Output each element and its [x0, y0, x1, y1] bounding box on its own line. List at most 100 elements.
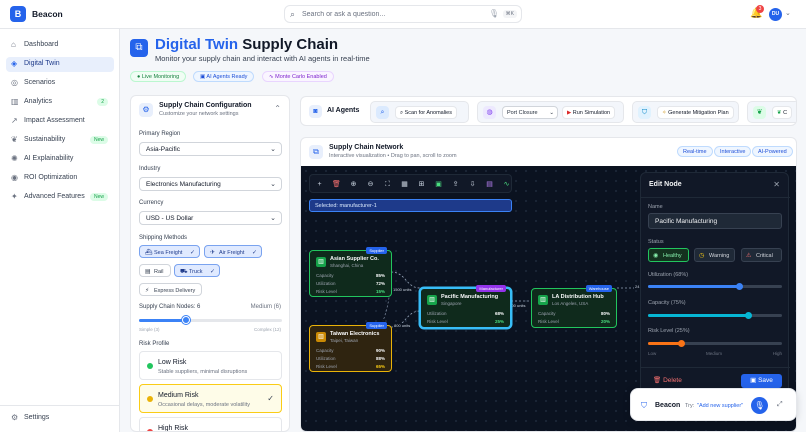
- tag-ai-powered: AI-Powered: [752, 146, 793, 157]
- status-critical-button[interactable]: ⚠ Critical: [741, 248, 782, 262]
- nodes-slider[interactable]: [139, 316, 282, 324]
- risk-option-high[interactable]: High Risk: [139, 417, 282, 431]
- industry-label: Industry: [139, 166, 161, 172]
- primary-region-select[interactable]: Asia-Pacific ⌄: [139, 142, 282, 156]
- plane-icon: ✈: [210, 250, 216, 256]
- scan-anomalies-button[interactable]: ⌕ Scan for Anomalies: [395, 106, 457, 119]
- edit-node-panel: Edit Node ✕ Name Status ◉Healthy ◷Warnin…: [640, 172, 790, 394]
- express-delivery-chip[interactable]: ⚡ Express Delivery: [139, 283, 202, 296]
- simulation-agent-group: ◍ Port Closure ⌄ ▶ Run Simulation: [477, 101, 624, 123]
- nodes-min-label: Simple (3): [139, 327, 160, 332]
- status-warning-button[interactable]: ◷ Warning: [694, 248, 735, 262]
- tag-real-time: Real-time: [677, 146, 713, 157]
- search-input[interactable]: [302, 9, 482, 20]
- slider-thumb[interactable]: [745, 311, 752, 319]
- risk-profile-label: Risk Profile: [139, 341, 170, 347]
- mic-icon[interactable]: 🎙: [751, 397, 768, 414]
- capacity-slider[interactable]: [648, 311, 782, 319]
- sidebar-item-scenarios[interactable]: ◎ Scenarios: [6, 76, 114, 91]
- extra-agent-button[interactable]: ❦ C: [772, 106, 793, 119]
- scenario-select[interactable]: Port Closure ⌄: [502, 106, 558, 119]
- node-pacific-manufacturing[interactable]: ▥ Pacific Manufacturing Singapore Manufa…: [420, 285, 511, 328]
- ai-agents-ready-pill: ▣ AI Agents Ready: [193, 71, 255, 82]
- live-monitoring-pill: ● Live Monitoring: [130, 71, 187, 82]
- rail-chip[interactable]: ▤ Rail: [139, 264, 171, 277]
- status-healthy-button[interactable]: ◉ Healthy: [648, 248, 689, 262]
- utilization-slider[interactable]: [648, 282, 782, 290]
- node-type-tag: Supplier: [366, 322, 387, 329]
- home-icon: ⌂: [11, 40, 16, 49]
- notifications-bell-icon[interactable]: 🔔 3: [750, 5, 764, 19]
- ai-agents-title: AI Agents: [327, 107, 360, 114]
- generate-mitigation-plan-button[interactable]: ✧ Generate Mitigation Plan: [657, 106, 734, 119]
- brand-name: Beacon: [32, 9, 63, 19]
- slider-thumb[interactable]: [182, 316, 191, 324]
- truck-icon: ⛟: [180, 269, 188, 275]
- cube-icon: ◈: [11, 59, 18, 68]
- node-name-input[interactable]: [648, 213, 782, 229]
- sidebar-item-advanced-features[interactable]: ✦ Advanced Features New: [6, 190, 114, 205]
- warehouse-icon: ▥: [538, 295, 548, 305]
- name-label: Name: [648, 204, 663, 210]
- search-icon: ⌕: [290, 9, 296, 19]
- slider-fill: [648, 285, 740, 288]
- truck-chip[interactable]: ⛟ Truck ✓: [174, 264, 220, 277]
- clock-icon: ◷: [699, 253, 705, 259]
- chevron-down-icon: ⌄: [549, 110, 554, 116]
- user-avatar[interactable]: DU: [769, 8, 782, 21]
- page-title: Digital Twin Supply Chain: [155, 36, 339, 53]
- currency-select[interactable]: USD - US Dollar ⌄: [139, 211, 282, 225]
- sidebar-item-settings[interactable]: ⚙ Settings: [6, 411, 114, 426]
- check-circle-icon: ◉: [653, 253, 659, 259]
- node-la-distribution-hub[interactable]: ▥ LA Distribution Hub Los Angeles, USA W…: [531, 285, 617, 328]
- extra-agent-group: ❦ ❦ C: [747, 101, 796, 123]
- run-simulation-button[interactable]: ▶ Run Simulation: [562, 106, 616, 119]
- sidebar-item-ai-explainability[interactable]: ✺ AI Explainability: [6, 152, 114, 167]
- check-icon: ✓: [251, 250, 257, 256]
- node-asian-supplier[interactable]: ▥ Asian Supplier Co. Shanghai, China Sup…: [309, 247, 392, 297]
- sidebar-item-label: ROI Optimization: [24, 174, 78, 181]
- new-badge: New: [89, 193, 108, 201]
- edge-label: 1500 units: [392, 287, 413, 292]
- risk-option-low[interactable]: Low Risk Stable suppliers, minimal disru…: [139, 351, 282, 380]
- check-icon: ✓: [267, 394, 274, 403]
- status-label: Status: [648, 239, 664, 245]
- chevron-up-icon[interactable]: ⌃: [274, 104, 281, 113]
- sidebar-item-digital-twin[interactable]: ◈ Digital Twin: [6, 57, 114, 72]
- sidebar-item-roi-optimization[interactable]: ◉ ROI Optimization: [6, 171, 114, 186]
- ship-icon: ⛴: [145, 250, 153, 256]
- chevron-down-icon: ⌄: [270, 181, 276, 188]
- chevron-down-icon[interactable]: ⌄: [785, 9, 791, 17]
- factory-icon: ▥: [316, 332, 326, 342]
- sea-freight-chip[interactable]: ⛴ Sea Freight ✓: [139, 245, 200, 258]
- close-icon[interactable]: ✕: [773, 180, 780, 189]
- risk-option-medium[interactable]: Medium Risk Occasional delays, moderate …: [139, 384, 282, 413]
- config-subtitle: Customize your network settings: [159, 111, 239, 117]
- beacon-logo-icon[interactable]: B: [10, 6, 26, 22]
- bot-icon: ◙: [309, 105, 322, 118]
- node-taiwan-electronics[interactable]: ▥ Taiwan Electronics Taipei, Taiwan Supp…: [309, 322, 392, 372]
- assistant-example[interactable]: "Add new supplier": [697, 403, 743, 409]
- factory-icon: ▥: [316, 257, 326, 267]
- mic-icon[interactable]: 🎙: [489, 9, 499, 18]
- sidebar-item-impact-assessment[interactable]: ↗ Impact Assessment: [6, 114, 114, 129]
- slider-thumb[interactable]: [735, 282, 743, 290]
- industry-select[interactable]: Electronics Manufacturing ⌄: [139, 177, 282, 191]
- save-node-button[interactable]: ▣ Save: [741, 374, 782, 388]
- slider-thumb[interactable]: [678, 339, 685, 347]
- assistant-name: Beacon: [655, 402, 681, 409]
- beacon-assistant-widget[interactable]: ⛉ Beacon Try: "Add new supplier" 🎙 ⤢: [630, 388, 797, 421]
- delete-node-button[interactable]: 🗑 Delete: [653, 376, 682, 384]
- sidebar-item-dashboard[interactable]: ⌂ Dashboard: [6, 38, 114, 53]
- expand-icon[interactable]: ⤢: [777, 401, 783, 409]
- zap-icon: ⚡: [145, 288, 150, 294]
- sidebar-item-sustainability[interactable]: ❦ Sustainability New: [6, 133, 114, 148]
- sidebar-item-analytics[interactable]: ▥ Analytics 2: [6, 95, 114, 110]
- risk-slider[interactable]: [648, 339, 782, 347]
- leaf-icon: ❦: [11, 135, 18, 144]
- status-dot: [147, 396, 153, 402]
- notification-count-badge: 3: [756, 5, 764, 13]
- global-search[interactable]: ⌕ 🎙 ⌘K: [284, 5, 522, 23]
- air-freight-chip[interactable]: ✈ Air Freight ✓: [204, 245, 262, 258]
- train-icon: ▤: [145, 269, 151, 275]
